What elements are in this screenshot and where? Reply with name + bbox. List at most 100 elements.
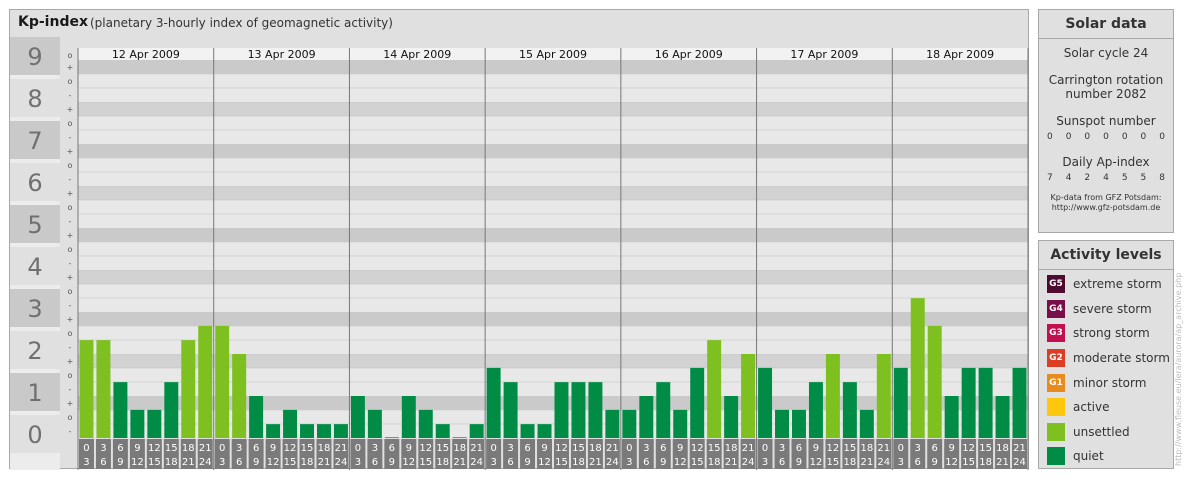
hour-label-start: 18 [589,443,602,454]
ap-value: 8 [1159,173,1165,183]
hour-label-start: 6 [389,443,395,454]
kp-bar [283,409,298,438]
kp-band [78,158,1028,172]
hour-label-start: 15 [979,443,992,454]
hour-label-end: 6 [779,457,785,468]
hour-label-end: 21 [453,457,466,468]
y-minor-tick: + [67,147,74,156]
hour-label-start: 9 [134,443,140,454]
kp-band-highlight [78,144,1028,158]
hour-label-start: 3 [100,443,106,454]
legend-item-extreme-storm: G5 extreme storm [1039,272,1173,297]
legend-item-minor-storm: G1 minor storm [1039,370,1173,395]
y-minor-tick: - [69,385,72,394]
hour-label-start: 6 [932,443,938,454]
y-minor-tick: - [69,259,72,268]
kp-bar [350,396,365,438]
legend-item-active: active [1039,395,1173,420]
kp-bar [978,367,993,438]
hour-label-end: 15 [555,457,568,468]
kp-bar [79,340,94,438]
kp-band-highlight [78,228,1028,242]
y-minor-tick: + [67,399,74,408]
hour-label-end: 24 [199,457,212,468]
hour-label-start: 0 [490,443,496,454]
hour-label-end: 15 [691,457,704,468]
hour-label-end: 6 [915,457,921,468]
hour-label-end: 12 [810,457,823,468]
kp-bar [401,396,416,438]
gfz-credit-2: http://www.gfz-potsdam.de [1051,203,1161,212]
solar-data-panel: Solar data Solar cycle 24 Carrington rot… [1038,9,1174,233]
hour-label-start: 12 [284,443,297,454]
y-tick-label: 9 [27,43,42,71]
kp-bar [418,409,433,438]
hour-label-start: 15 [436,443,449,454]
hour-label-start: 21 [335,443,348,454]
hour-label-end: 3 [762,457,768,468]
legend-label: unsettled [1073,424,1130,439]
hour-label-end: 3 [219,457,225,468]
legend-swatch: G2 [1047,349,1065,368]
sunspot-value: 0 [1103,132,1109,142]
kp-bar [588,382,603,438]
hour-label-start: 12 [827,443,840,454]
ap-index-values: 7 4 2 4 5 5 8 [1039,173,1173,183]
kp-bar [300,424,314,438]
hour-label-end: 6 [236,457,242,468]
legend-swatch: G5 [1047,275,1065,294]
sunspot-label: Sunspot number [1056,114,1156,128]
legend-item-quiet: quiet [1039,444,1173,469]
legend-swatch: G4 [1047,299,1065,318]
hour-label-start: 9 [813,443,819,454]
y-tick-label: 1 [27,379,42,407]
ap-value: 5 [1140,173,1147,183]
kp-bar [859,409,874,438]
hour-label-start: 18 [453,443,466,454]
kp-bar [876,354,891,438]
y-minor-tick: - [69,175,72,184]
kp-bar [232,354,247,438]
kp-bar [656,382,671,438]
legend-item-moderate-storm: G2 moderate storm [1039,346,1173,371]
kp-bar [452,437,467,438]
kp-bar [690,367,705,438]
kp-bar [792,409,806,438]
legend-label: minor storm [1073,375,1147,390]
hour-label-end: 9 [253,457,259,468]
hour-label-start: 9 [406,443,412,454]
chart-subtitle: (planetary 3-hourly index of geomagnetic… [90,16,393,30]
ap-index-label: Daily Ap-index [1062,155,1150,169]
activity-levels-title: Activity levels [1039,241,1173,270]
hour-label-start: 0 [626,443,632,454]
hour-label-end: 21 [318,457,331,468]
sunspot-value: 0 [1047,132,1053,142]
y-minor-tick: o [68,287,73,296]
hour-label-start: 21 [470,443,483,454]
y-tick-label: 0 [27,421,42,449]
legend-item-strong-storm: G3 strong storm [1039,321,1173,346]
hour-label-start: 18 [182,443,195,454]
hour-label-end: 3 [898,457,904,468]
hour-label-start: 0 [83,443,89,454]
kp-bar [741,354,756,438]
ap-value: 7 [1047,173,1053,183]
kp-bar [571,382,586,438]
hour-label-end: 3 [355,457,361,468]
kp-band [78,130,1028,144]
hour-label-start: 21 [877,443,890,454]
y-minor-tick: - [69,91,72,100]
hour-label-end: 6 [100,457,106,468]
hour-label-start: 0 [762,443,768,454]
hour-label-start: 6 [117,443,123,454]
kp-bar [605,409,620,438]
kp-bar [910,298,925,438]
hour-label-end: 24 [742,457,755,468]
kp-band [78,186,1028,200]
legend-label: severe storm [1073,301,1152,316]
kp-bar [673,409,688,438]
hour-label-end: 21 [589,457,602,468]
day-label: 16 Apr 2009 [655,48,723,61]
y-minor-tick: - [69,427,72,436]
y-minor-tick: + [67,63,74,72]
